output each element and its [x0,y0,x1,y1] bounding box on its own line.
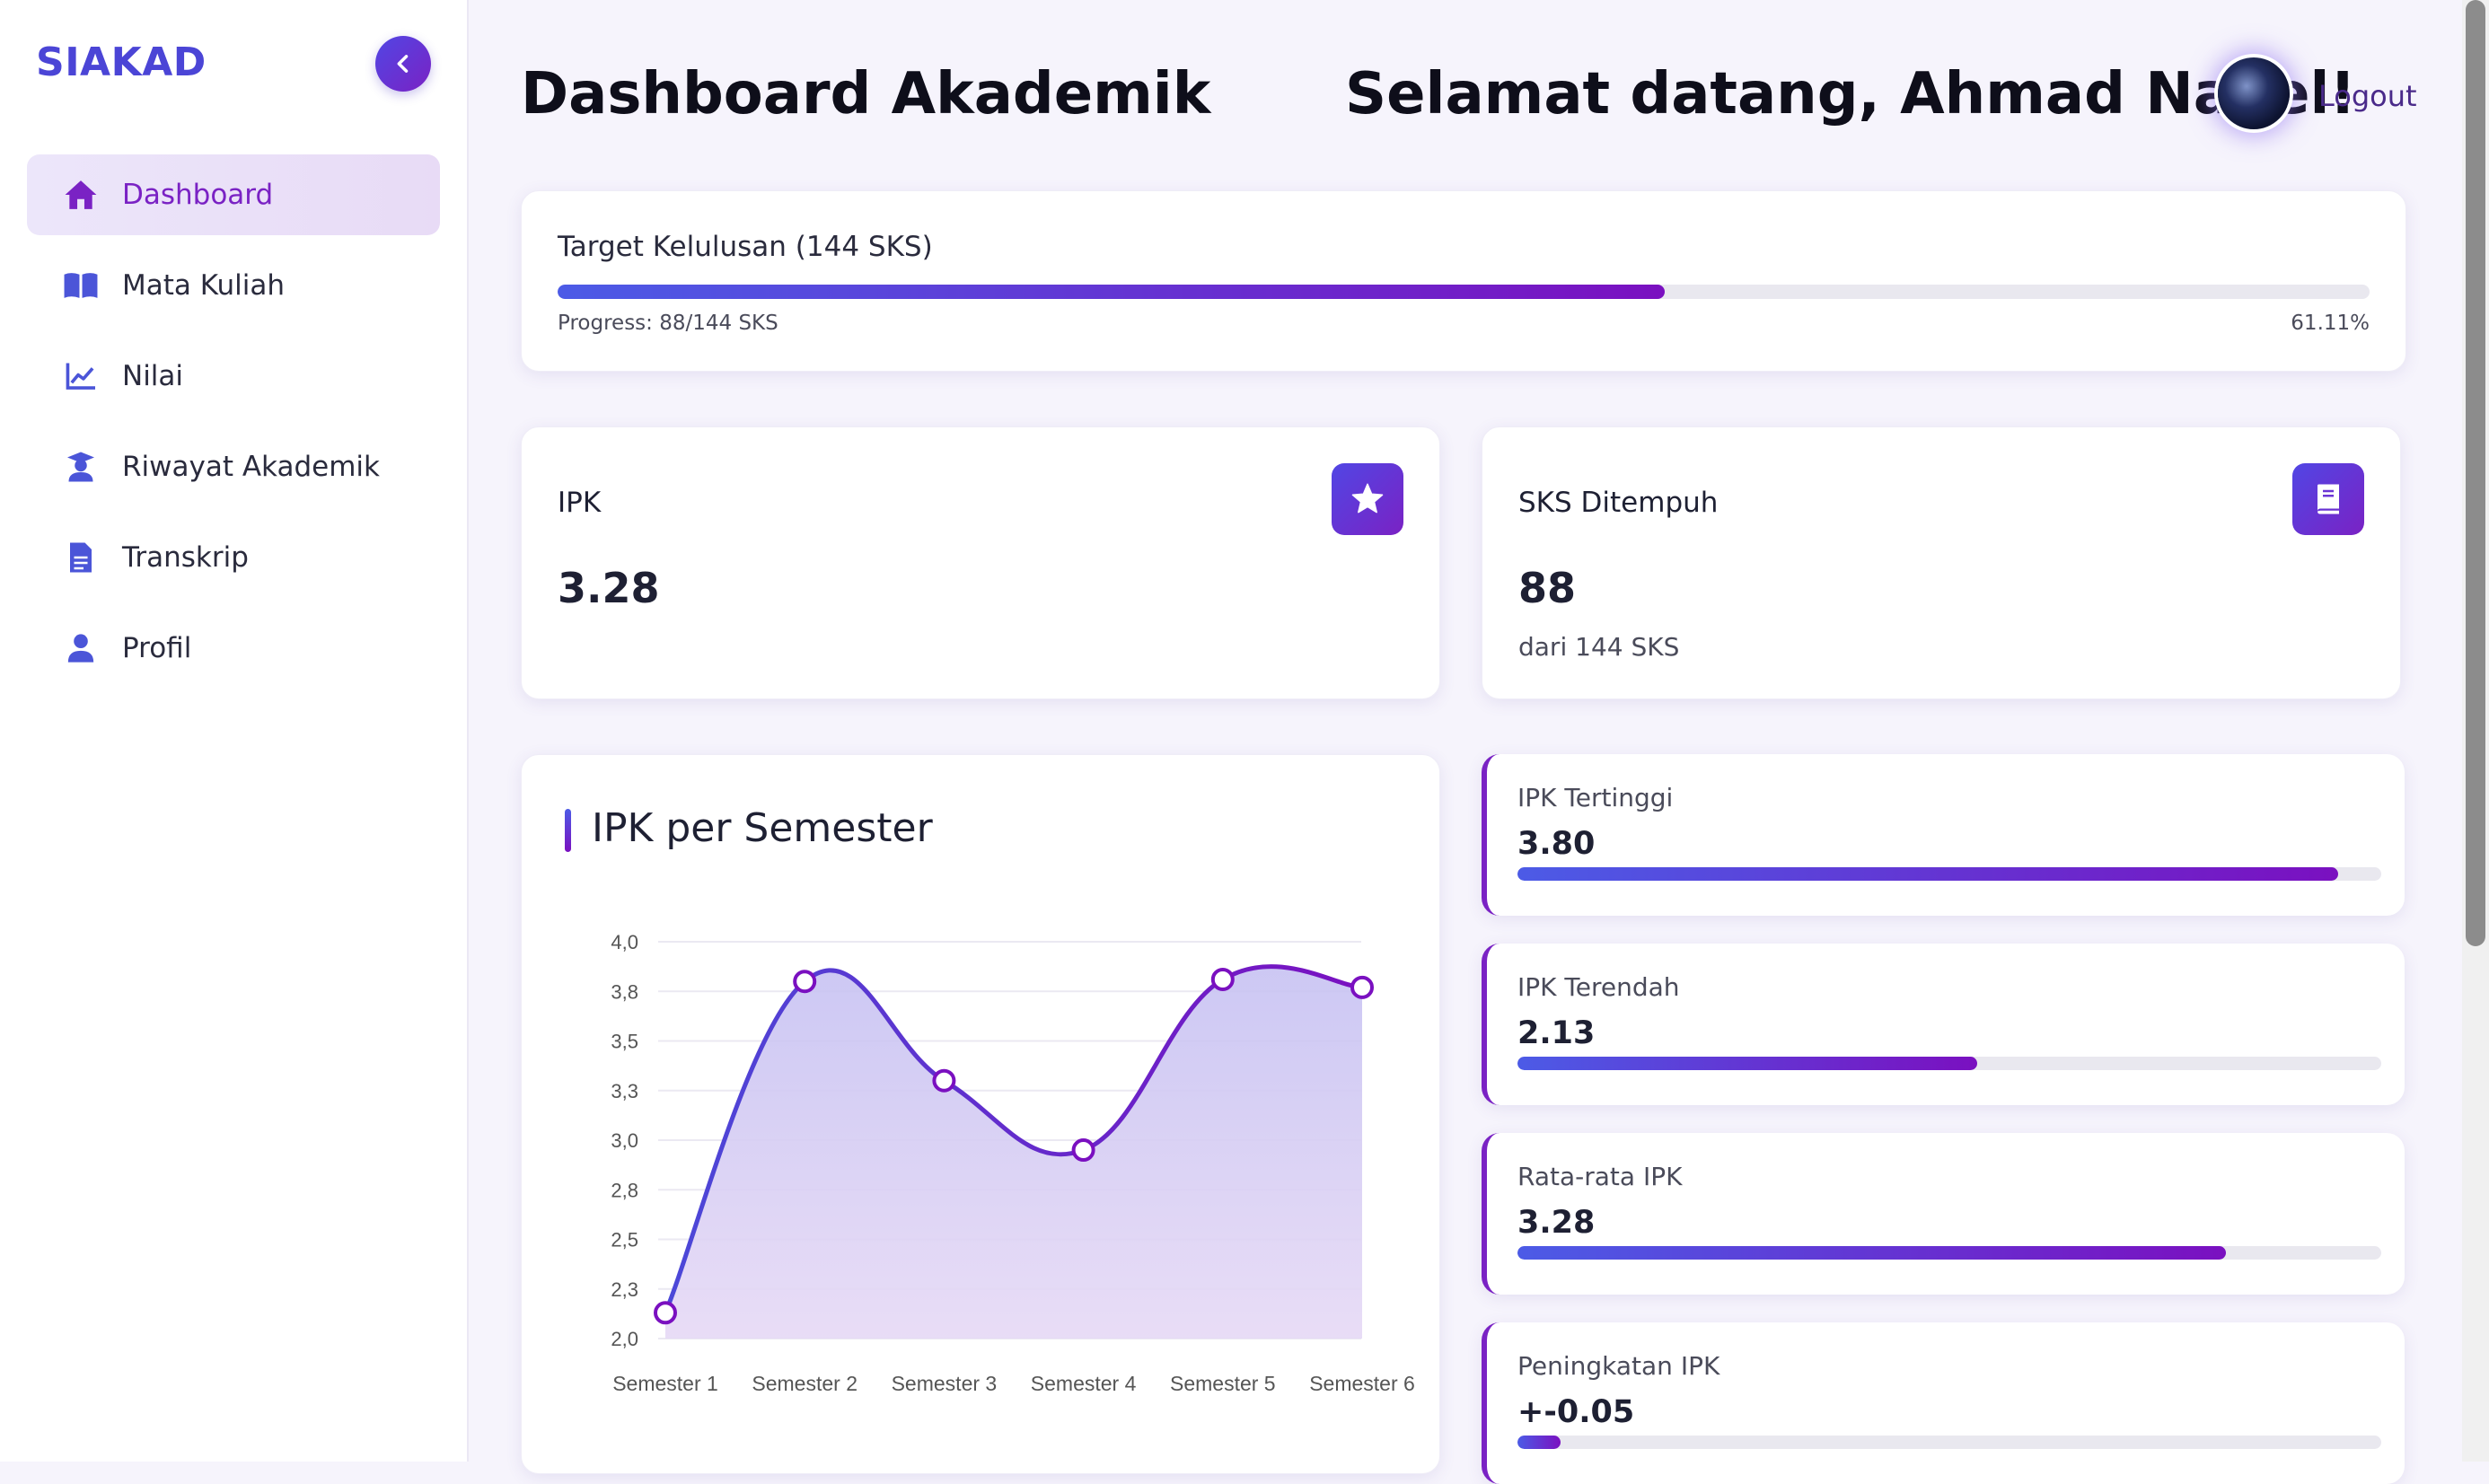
summary-card-lowest: IPK Terendah 2.13 [1482,944,2405,1105]
sidebar-item-nilai[interactable]: Nilai [27,336,440,417]
book-open-icon [63,268,99,303]
y-tick-label: 2,8 [611,1179,638,1201]
ipk-label: IPK [558,487,602,519]
book-icon [2317,484,2339,514]
summary-value: 2.13 [1517,1015,1596,1051]
summary-card-improvement: Peningkatan IPK +-0.05 [1482,1322,2405,1484]
summary-value: +-0.05 [1517,1394,1635,1430]
summary-label: IPK Terendah [1517,972,1680,1002]
collapse-sidebar-button[interactable] [375,36,431,92]
target-progress-text: Progress: 88/144 SKS [558,312,778,335]
summary-value: 3.28 [1517,1205,1596,1241]
x-tick-label: Semester 6 [1309,1372,1415,1395]
sidebar-nav: Dashboard Mata Kuliah Nilai Riwayat Akad… [27,154,440,698]
page-title: Dashboard Akademik [521,61,1211,127]
x-tick-label: Semester 4 [1031,1372,1137,1395]
line-chart-icon [63,358,99,394]
sidebar-item-label: Profil [122,632,192,664]
app-logo[interactable]: SIAKAD [36,40,207,85]
summary-bar [1517,1246,2381,1260]
chart-point [793,970,817,994]
ipk-line-chart: 2,0 2,3 2,5 2,8 3,0 3,3 3,5 3,8 4,0 Semester 1 Sem… [611,931,1415,1395]
graduate-icon [63,449,99,485]
summary-bar-fill [1517,1436,1561,1449]
summary-card-highest: IPK Tertinggi 3.80 [1482,754,2405,916]
sidebar-item-label: Nilai [122,360,184,392]
main-content: Dashboard Akademik Selamat datang, Ahmad… [467,0,2469,1484]
x-tick-label: Semester 3 [892,1372,998,1395]
sidebar-item-dashboard[interactable]: Dashboard [27,154,440,235]
sks-label: SKS Ditempuh [1518,487,1719,519]
chart-point [932,1068,956,1093]
summary-bar-fill [1517,1246,2226,1260]
summary-bar [1517,1057,2381,1070]
welcome-text: Selamat datang, Ahmad Naael! [1345,61,2356,127]
ipk-card: IPK 3.28 [521,426,1440,699]
logout-link[interactable]: Logout [2318,79,2417,113]
home-icon [63,177,99,213]
y-tick-label: 3,3 [611,1080,638,1102]
sidebar-item-profil[interactable]: Profil [27,608,440,689]
page-scrollbar-thumb[interactable] [2466,0,2485,946]
sidebar: SIAKAD Dashboard Mata Kuliah Nilai Riway… [0,0,469,1462]
chevron-left-icon [397,55,409,73]
summary-bar [1517,1436,2381,1449]
summary-label: Rata-rata IPK [1517,1162,1683,1191]
target-title: Target Kelulusan (144 SKS) [558,231,933,263]
x-tick-label: Semester 1 [612,1372,718,1395]
sidebar-item-mata-kuliah[interactable]: Mata Kuliah [27,245,440,326]
summary-bar-fill [1517,867,2338,881]
sidebar-item-label: Transkrip [122,541,249,574]
user-icon [63,630,99,666]
sidebar-item-label: Mata Kuliah [122,269,286,302]
sks-icon-badge [2292,463,2364,535]
star-icon [1351,483,1384,514]
sidebar-item-riwayat-akademik[interactable]: Riwayat Akademik [27,426,440,507]
sks-card: SKS Ditempuh 88 dari 144 SKS [1482,426,2401,699]
summary-value: 3.80 [1517,826,1596,862]
document-icon [63,540,99,575]
target-progress-bar [558,285,2370,299]
y-tick-label: 2,3 [611,1278,638,1301]
x-tick-label: Semester 2 [752,1372,858,1395]
sks-value: 88 [1518,564,1577,612]
summary-card-average: Rata-rata IPK 3.28 [1482,1133,2405,1295]
sks-subtext: dari 144 SKS [1518,632,1680,662]
summary-bar [1517,867,2381,881]
chart-point [1350,975,1374,999]
sidebar-item-label: Dashboard [122,179,274,211]
summary-bar-fill [1517,1057,1977,1070]
target-percent-text: 61.11% [2291,312,2370,335]
y-tick-label: 4,0 [611,931,638,953]
ipk-value: 3.28 [558,564,660,612]
y-tick-label: 3,5 [611,1031,638,1053]
ipk-icon-badge [1332,463,1403,535]
avatar[interactable] [2218,57,2290,129]
summary-label: Peningkatan IPK [1517,1351,1720,1381]
summary-label: IPK Tertinggi [1517,783,1674,812]
graduation-target-card: Target Kelulusan (144 SKS) Progress: 88/… [521,190,2406,372]
chart-area [665,966,1362,1339]
sidebar-item-label: Riwayat Akademik [122,451,380,483]
chart-point [1210,967,1235,991]
chart-point [654,1301,677,1325]
y-tick-label: 2,0 [611,1328,638,1350]
target-progress-fill [558,285,1666,299]
chart-point [1071,1138,1095,1163]
ipk-chart-card: IPK per Semester 2,0 2,3 2,5 2,8 3,0 3,3 3,5 3,… [521,754,1440,1474]
y-tick-label: 2,5 [611,1229,638,1251]
y-tick-label: 3,0 [611,1129,638,1152]
y-tick-label: 3,8 [611,980,638,1003]
x-tick-label: Semester 5 [1170,1372,1276,1395]
sidebar-item-transkrip[interactable]: Transkrip [27,517,440,598]
